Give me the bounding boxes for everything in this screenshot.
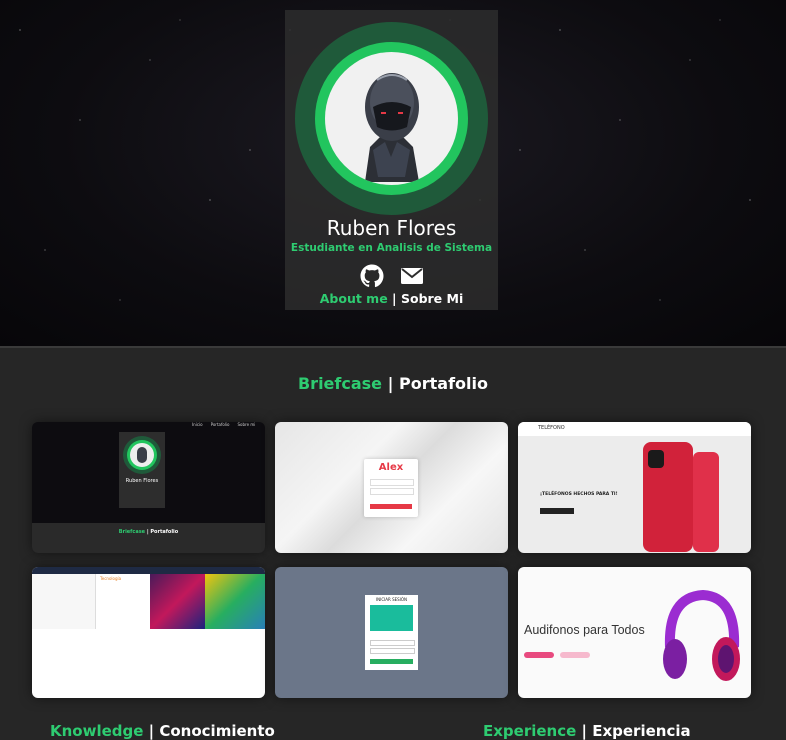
phone-image	[643, 442, 693, 552]
tech-image-2	[205, 574, 265, 629]
hero-banner: Ruben Flores Estudiante en Analisis de S…	[0, 0, 786, 346]
phone-store-header: TELÉFONO	[518, 422, 751, 436]
project-nav-item: Sobre mi	[237, 422, 256, 427]
profile-card: Ruben Flores Estudiante en Analisis de S…	[285, 10, 498, 310]
portfolio-heading: Briefcase | Portafolio	[0, 374, 786, 393]
project-footer: Briefcase | Portafolio	[32, 523, 265, 553]
login-title: INICIAR SESIÓN	[375, 597, 408, 602]
portfolio-title-en: Briefcase	[297, 374, 383, 393]
section-heading-right: Experience | Experiencia	[483, 722, 691, 740]
avatar-glow	[295, 22, 488, 215]
robot-avatar-image	[365, 73, 419, 182]
social-links	[285, 264, 498, 290]
login-form-preview: Alex	[364, 459, 418, 517]
project-nav-item: Inicio	[192, 422, 203, 427]
avatar	[325, 52, 458, 185]
project-card-phone-store[interactable]: TELÉFONO ¡TELÉFONOS HECHOS PARA TI!	[518, 422, 751, 553]
project-nav-item: Portafolio	[210, 422, 230, 427]
project-card-login[interactable]: INICIAR SESIÓN	[275, 567, 508, 698]
portfolio-title-es: Portafolio	[399, 374, 488, 393]
project-footer-en: Briefcase	[118, 529, 146, 535]
about-me-link[interactable]: About me | Sobre Mi	[285, 291, 498, 306]
email-icon[interactable]	[400, 264, 424, 288]
about-label-en: About me	[319, 291, 388, 306]
profile-name: Ruben Flores	[326, 216, 457, 240]
headphones-image	[663, 589, 740, 681]
about-separator: |	[392, 291, 397, 306]
headphones-headline: Audifonos para Todos	[524, 623, 645, 637]
login-panel-preview: INICIAR SESIÓN	[365, 595, 418, 670]
project-card-portfolio[interactable]: Inicio Portafolio Sobre mi Ruben Flores …	[32, 422, 265, 553]
about-label-es: Sobre Mi	[400, 291, 464, 306]
phone-store-headline: ¡TELÉFONOS HECHOS PARA TI!	[540, 492, 618, 497]
tech-store-menu-title: Tecnología	[100, 576, 122, 581]
tech-image-1	[150, 574, 205, 629]
project-mini-card: Ruben Flores	[119, 432, 165, 508]
profile-subtitle: Estudiante en Analisis de Sistema	[290, 242, 493, 254]
project-card-headphones[interactable]: Audifonos para Todos	[518, 567, 751, 698]
portfolio-separator: |	[387, 374, 394, 393]
project-mini-name: Ruben Flores	[125, 478, 159, 484]
project-nav: Inicio Portafolio Sobre mi	[192, 422, 255, 427]
avatar-ring	[315, 42, 468, 195]
section-heading-left: Knowledge | Conocimiento	[50, 722, 275, 740]
project-footer-es: Portafolio	[150, 529, 179, 535]
section-divider	[0, 346, 786, 348]
project-card-tech-store[interactable]: Tecnología	[32, 567, 265, 698]
github-icon[interactable]	[360, 264, 384, 288]
alex-logo: Alex	[378, 462, 404, 473]
project-card-alex-login[interactable]: Alex	[275, 422, 508, 553]
phone-store-brand: TELÉFONO	[538, 425, 565, 431]
